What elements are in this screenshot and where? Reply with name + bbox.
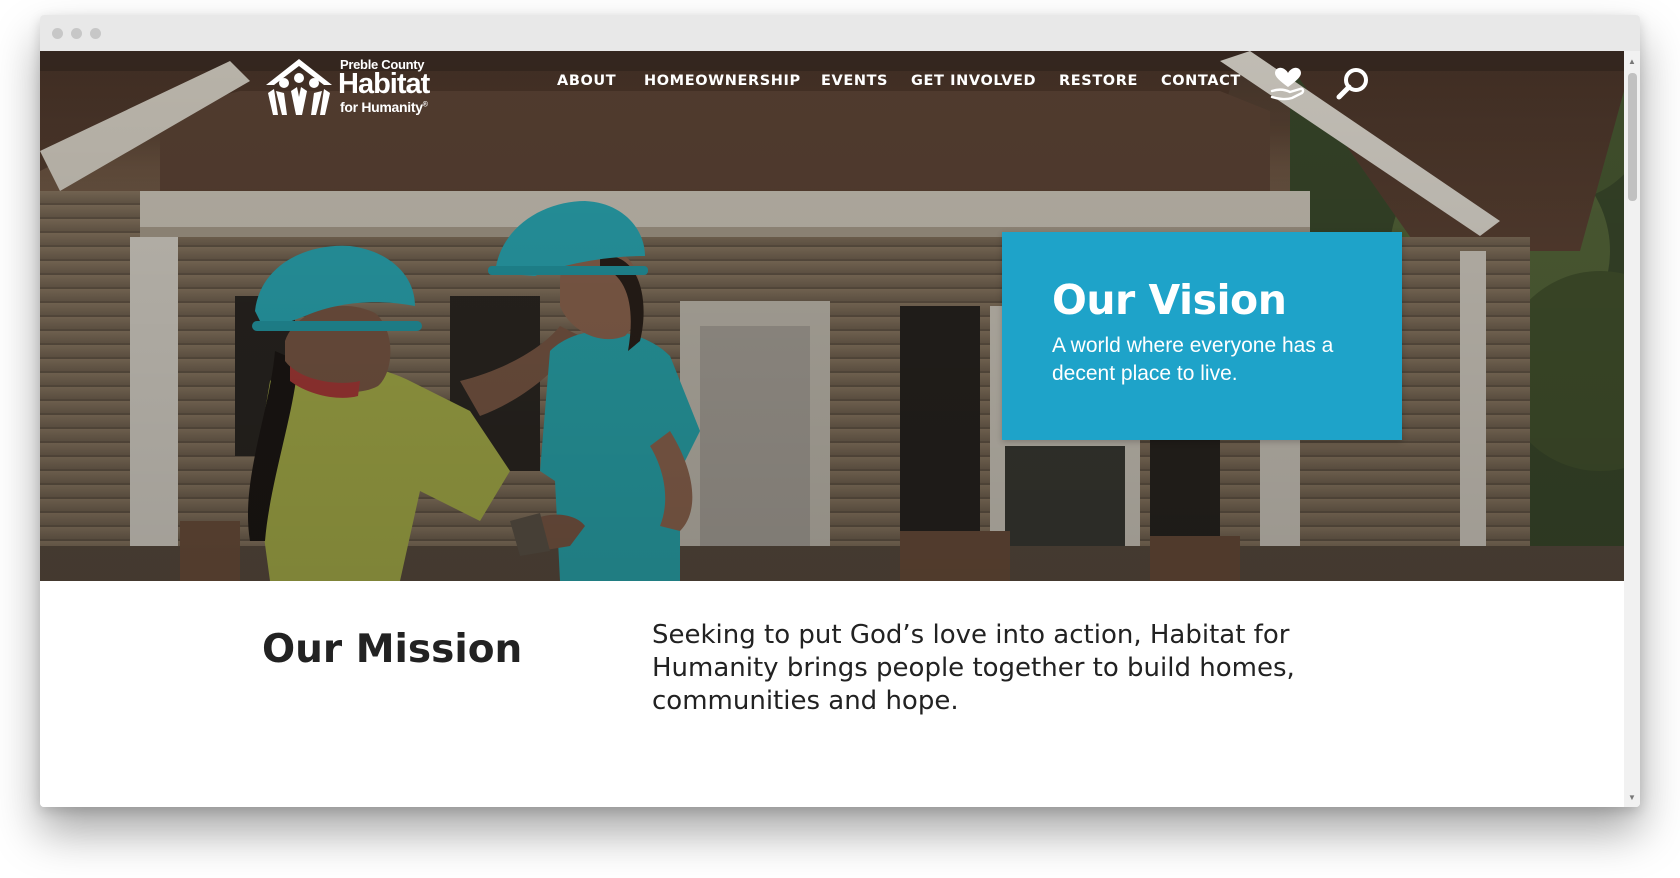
page-scrollbar[interactable]: ▲ ▼ [1624,51,1640,807]
logo-subtitle: for Humanity® [340,99,428,115]
nav-contact[interactable]: CONTACT [1161,73,1241,89]
search-button[interactable] [1336,67,1370,106]
logo-subtitle-text: for Humanity [340,99,423,115]
mission-text: Seeking to put God’s love into action, H… [652,620,1295,716]
window-minimize-dot[interactable] [71,28,82,39]
window-titlebar [40,15,1640,51]
scroll-thumb[interactable] [1628,73,1637,201]
scroll-down-arrow[interactable]: ▼ [1624,791,1640,805]
window-maximize-dot[interactable] [90,28,101,39]
vision-card: Our Vision A world where everyone has a … [1002,232,1402,440]
mission-title: Our Mission [262,627,523,672]
vision-title: Our Vision [1052,276,1287,324]
habitat-logo[interactable]: Preble County Habitat for Humanity® [262,53,442,119]
hero-banner: Preble County Habitat for Humanity® ABOU… [40,51,1624,581]
scroll-up-arrow[interactable]: ▲ [1624,55,1640,69]
page-viewport: Preble County Habitat for Humanity® ABOU… [40,51,1624,807]
nav-get-involved[interactable]: GET INVOLVED [911,73,1036,89]
vision-text: A world where everyone has a decent plac… [1052,334,1334,385]
search-icon [1336,68,1368,100]
donate-button[interactable] [1270,67,1306,106]
nav-about[interactable]: ABOUT [557,73,616,89]
heart-hand-icon [1270,67,1305,101]
browser-window: Preble County Habitat for Humanity® ABOU… [40,15,1640,807]
window-close-dot[interactable] [52,28,63,39]
logo-name: Habitat [338,68,430,100]
nav-restore[interactable]: RESTORE [1059,73,1138,89]
nav-events[interactable]: EVENTS [821,73,888,89]
nav-homeownership[interactable]: HOMEOWNERSHIP [644,73,801,89]
logo-registered: ® [422,101,428,109]
habitat-house-icon [266,59,332,115]
